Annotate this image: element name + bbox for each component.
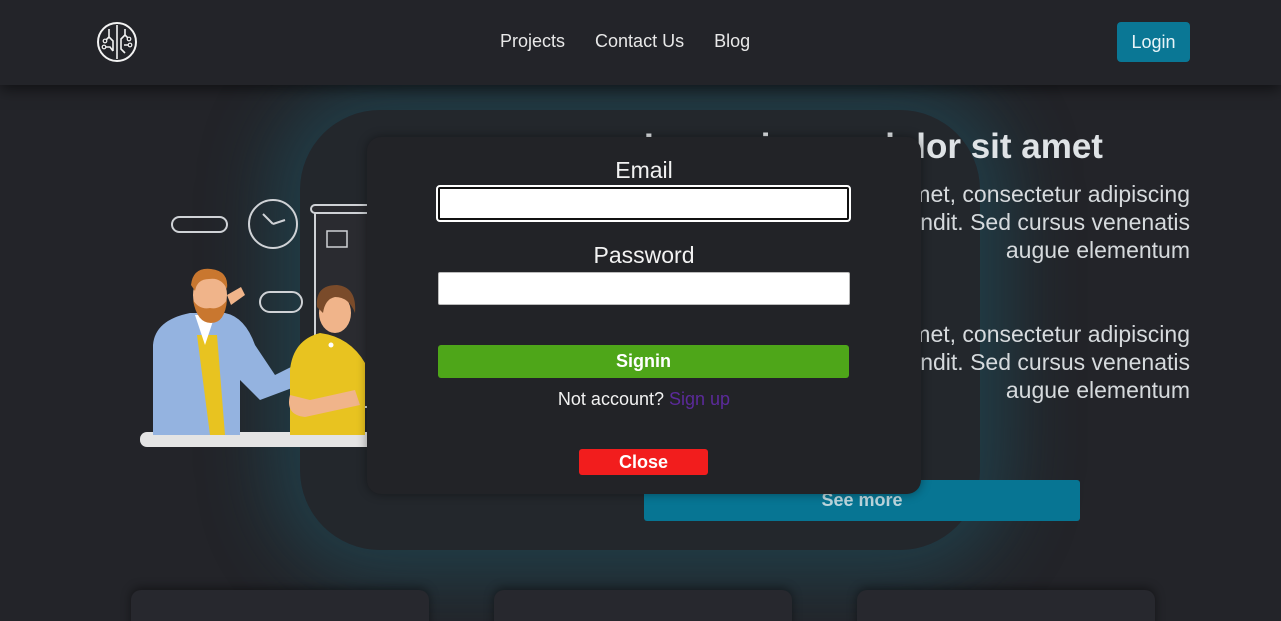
nav-link-projects[interactable]: Projects [500, 31, 565, 52]
email-input[interactable] [436, 185, 851, 222]
no-account-prompt: Not account? Sign up [367, 389, 921, 410]
signin-button[interactable]: Signin [438, 345, 849, 378]
feature-card [857, 590, 1155, 621]
close-button[interactable]: Close [579, 449, 708, 475]
login-button[interactable]: Login [1117, 22, 1190, 62]
feature-card [494, 590, 792, 621]
team-meeting-illustration [140, 199, 375, 447]
navbar: Projects Contact Us Blog Login [0, 0, 1281, 85]
login-modal: Email Password Signin Not account? Sign … [367, 137, 921, 494]
signup-link[interactable]: Sign up [669, 389, 730, 409]
password-label: Password [593, 242, 695, 268]
circuit-brain-icon[interactable] [96, 21, 138, 63]
nav-links: Projects Contact Us Blog [500, 31, 750, 52]
password-input[interactable] [438, 272, 850, 305]
nav-link-blog[interactable]: Blog [714, 31, 750, 52]
feature-card [131, 590, 429, 621]
nav-link-contact-us[interactable]: Contact Us [595, 31, 684, 52]
email-label: Email [615, 157, 673, 183]
no-account-text: Not account? [557, 389, 664, 409]
